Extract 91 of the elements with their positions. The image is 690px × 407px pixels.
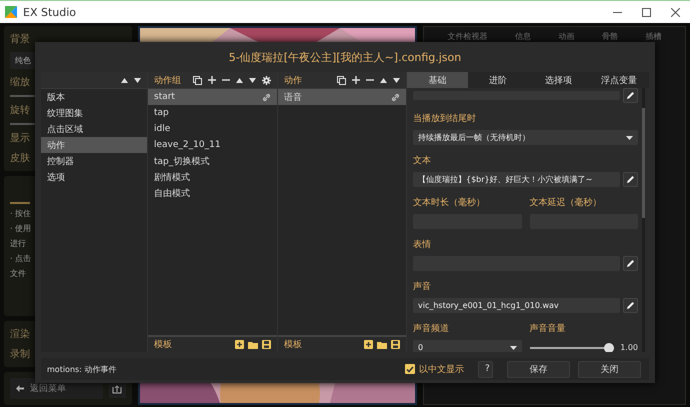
volume-reading: 1.00 bbox=[620, 343, 638, 352]
field-label: 文本时长（毫秒） bbox=[413, 196, 486, 209]
dropdown[interactable]: 持续播放最后一帧（无待机时） bbox=[413, 130, 638, 145]
field-label: 声音 bbox=[413, 280, 432, 293]
panel-tab[interactable]: 骨骼 bbox=[602, 31, 618, 42]
section-label: 渲染 bbox=[10, 328, 30, 341]
text-field[interactable]: 【仙度瑞拉】{$br}好、好巨大！小穴被填满了~ bbox=[413, 172, 620, 187]
pencil-icon bbox=[626, 259, 635, 268]
help-button[interactable]: ? bbox=[478, 360, 493, 378]
check-icon bbox=[406, 366, 414, 372]
list-item[interactable]: 语音 bbox=[278, 89, 406, 105]
category-item[interactable]: 版本 bbox=[41, 89, 147, 105]
section-label: 录制 bbox=[10, 348, 30, 361]
list-item[interactable]: tap bbox=[148, 105, 277, 121]
up-arrow-icon[interactable] bbox=[380, 78, 387, 82]
caret-icon bbox=[510, 346, 516, 350]
tip-text: · 点击 bbox=[10, 253, 32, 264]
save-icon[interactable] bbox=[391, 340, 400, 349]
tab[interactable]: 基础 bbox=[407, 72, 468, 88]
list-item[interactable]: 剧情模式 bbox=[148, 169, 277, 185]
section-label: 皮肤 bbox=[10, 152, 30, 165]
value-field[interactable]: 纯色 bbox=[10, 52, 36, 69]
panel-tab[interactable]: 信息 bbox=[515, 31, 532, 42]
maximize-icon[interactable] bbox=[642, 8, 651, 16]
list-item[interactable]: 自由模式 bbox=[148, 185, 277, 201]
field-label: 声音音量 bbox=[530, 322, 566, 335]
save-icon[interactable] bbox=[262, 340, 271, 349]
settings-icon[interactable] bbox=[262, 76, 271, 84]
down-arrow-icon[interactable] bbox=[393, 78, 400, 82]
app-logo-icon bbox=[5, 6, 17, 18]
section-label: 旋转 bbox=[10, 104, 30, 117]
template-label: 模板 bbox=[154, 338, 172, 351]
close-icon[interactable] bbox=[671, 8, 680, 16]
copy-icon[interactable] bbox=[337, 76, 346, 84]
edit-button[interactable] bbox=[623, 256, 638, 271]
section-label: 缩放 bbox=[10, 76, 30, 89]
panel-tab[interactable]: 文件检视器 bbox=[448, 31, 488, 42]
up-arrow-icon[interactable] bbox=[236, 78, 243, 82]
copy-icon[interactable] bbox=[193, 76, 202, 84]
pencil-icon bbox=[626, 175, 635, 184]
panel-tab[interactable]: 动画 bbox=[558, 31, 574, 42]
add-icon[interactable] bbox=[235, 340, 244, 349]
tip-text: · 按住 bbox=[10, 208, 32, 219]
tab[interactable]: 选择项 bbox=[528, 72, 588, 88]
field-label: 表情 bbox=[413, 238, 432, 251]
dropdown[interactable]: 0 bbox=[413, 340, 522, 352]
dialog-button[interactable]: 保存 bbox=[507, 360, 570, 378]
field-label: 当播放到结尾时 bbox=[413, 112, 477, 125]
category-item[interactable]: 点击区域 bbox=[41, 121, 147, 137]
back-arrow-icon bbox=[16, 385, 24, 392]
upload-icon bbox=[112, 384, 122, 394]
text-field[interactable]: vic_hstory_e001_01_hcg1_010.wav bbox=[413, 298, 620, 313]
category-item[interactable]: 控制器 bbox=[41, 153, 147, 169]
list-item[interactable]: idle bbox=[148, 121, 277, 137]
add-icon[interactable] bbox=[364, 340, 373, 349]
tip-text: 文件 bbox=[10, 268, 26, 279]
dialog-title: 5-仙度瑞拉[午夜公主][我的主人~].config.json bbox=[228, 50, 462, 64]
chinese-display-checkbox[interactable]: 以中文显示 bbox=[399, 362, 470, 376]
dialog-button[interactable]: 关闭 bbox=[578, 360, 641, 378]
category-item[interactable]: 动作 bbox=[41, 137, 147, 153]
tip-text: · 使用 bbox=[10, 223, 32, 234]
pencil-icon bbox=[626, 91, 635, 100]
caret-icon bbox=[626, 136, 633, 140]
list-item[interactable]: start bbox=[148, 89, 277, 105]
list-item[interactable]: tap_切换模式 bbox=[148, 153, 277, 169]
up-arrow-icon[interactable] bbox=[121, 78, 128, 82]
tab[interactable]: 进阶 bbox=[468, 72, 528, 88]
down-arrow-icon[interactable] bbox=[249, 78, 256, 82]
section-label: 背景 bbox=[10, 32, 30, 46]
window-title: EX Studio bbox=[23, 6, 76, 18]
folder-icon[interactable] bbox=[377, 340, 387, 348]
category-item[interactable]: 选项 bbox=[41, 169, 147, 185]
edit-button[interactable] bbox=[623, 298, 638, 313]
category-item[interactable]: 纹理图集 bbox=[41, 105, 147, 121]
field-label: 文本延迟（毫秒） bbox=[530, 196, 602, 209]
field-label: 文本 bbox=[413, 154, 432, 167]
tip-text: 进行 bbox=[10, 238, 26, 249]
column-header: 动作组 bbox=[154, 74, 181, 86]
edit-button[interactable] bbox=[623, 172, 638, 187]
template-label: 模板 bbox=[284, 338, 302, 351]
column-header: 动作 bbox=[284, 74, 302, 86]
panel-tab[interactable]: 插槽 bbox=[645, 31, 662, 42]
tab[interactable]: 浮点变量 bbox=[588, 72, 649, 88]
status-text: motions: 动作事件 bbox=[47, 364, 118, 374]
list-item[interactable]: leave_2_10_11 bbox=[148, 137, 277, 153]
field-label: 声音频道 bbox=[413, 322, 450, 335]
section-label: 显示 bbox=[10, 132, 30, 145]
down-arrow-icon[interactable] bbox=[134, 78, 141, 82]
folder-icon[interactable] bbox=[248, 340, 258, 348]
pencil-icon bbox=[626, 301, 635, 310]
edit-button[interactable] bbox=[623, 88, 638, 103]
